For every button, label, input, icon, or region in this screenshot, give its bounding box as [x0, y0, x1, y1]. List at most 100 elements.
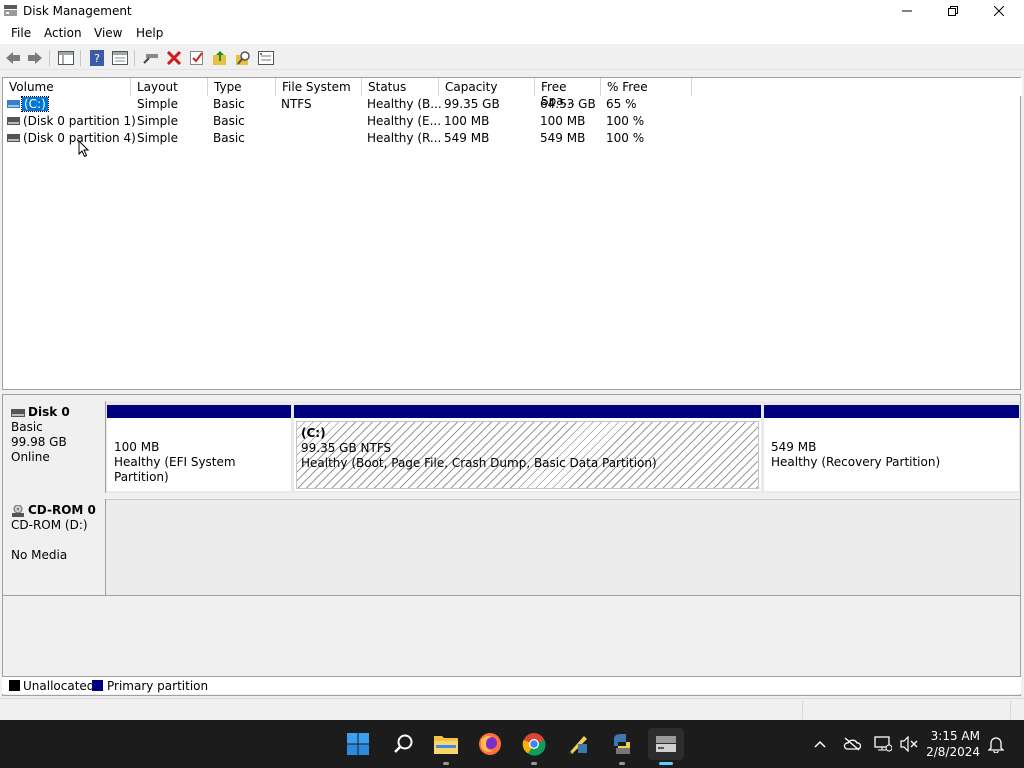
partition-info: 549 MB Healthy (Recovery Partition): [767, 421, 1016, 489]
close-button[interactable]: [976, 0, 1022, 22]
python-button[interactable]: [606, 728, 638, 765]
menu-action[interactable]: Action: [44, 26, 82, 40]
forward-button[interactable]: [26, 49, 44, 67]
partition-label: [114, 425, 284, 440]
disk-0-partitions: 100 MB Healthy (EFI System Partition) (C…: [106, 401, 1020, 493]
start-icon: [347, 733, 369, 755]
legend-unallocated-swatch: [9, 680, 20, 691]
cdrom-0-name: CD-ROM 0: [28, 503, 96, 517]
connect-button[interactable]: [142, 49, 160, 67]
console-tree-button[interactable]: [57, 49, 75, 67]
status-bar-segment: [802, 701, 803, 719]
partition-bar: [294, 405, 761, 418]
partition-size: 100 MB: [114, 440, 160, 454]
volume-fs: NTFS: [281, 97, 312, 111]
menu-view[interactable]: View: [94, 26, 122, 40]
menu-help[interactable]: Help: [136, 26, 163, 40]
network-tray-button[interactable]: [873, 734, 893, 754]
col-status[interactable]: Status: [362, 78, 439, 96]
bell-icon: [988, 737, 1004, 753]
delete-icon: [167, 51, 181, 65]
volume-type: Basic: [213, 97, 245, 111]
properties-button[interactable]: [111, 49, 129, 67]
list-icon: [258, 51, 274, 65]
partition-efi[interactable]: 100 MB Healthy (EFI System Partition): [107, 405, 291, 491]
onedrive-tray-button[interactable]: [842, 734, 862, 754]
volume-tray-button[interactable]: [899, 734, 919, 754]
console-tree-icon: [58, 51, 74, 65]
close-icon: [994, 6, 1004, 16]
partition-recovery[interactable]: 549 MB Healthy (Recovery Partition): [764, 405, 1019, 491]
volume-percent-free: 100 %: [606, 131, 645, 145]
cdrom-0-label[interactable]: CD-ROM 0 CD-ROM (D:) No Media: [3, 499, 106, 595]
help-button[interactable]: ?: [88, 49, 106, 67]
chevron-up-icon: [814, 740, 826, 748]
toolbar-separator: [134, 50, 135, 66]
partition-status: Healthy (Recovery Partition): [771, 455, 941, 469]
volume-free: 549 MB: [540, 131, 586, 145]
restore-button[interactable]: [930, 0, 976, 22]
disk-management-app-icon: [4, 5, 17, 16]
col-layout[interactable]: Layout: [131, 78, 208, 96]
svg-text:?: ?: [94, 52, 100, 65]
col-volume[interactable]: Volume: [3, 78, 131, 96]
minimize-button[interactable]: [884, 0, 930, 22]
volume-capacity: 99.35 GB: [444, 97, 500, 111]
up-folder-button[interactable]: [211, 49, 229, 67]
table-row[interactable]: (C:) Simple Basic NTFS Healthy (B... 99.…: [3, 96, 703, 113]
cdrom-0-title-row: CD-ROM 0: [11, 503, 97, 518]
partition-bar: [107, 405, 291, 418]
cd-drive-icon: [12, 504, 24, 517]
col-capacity[interactable]: Capacity: [439, 78, 535, 96]
disk-0-label[interactable]: Disk 0 Basic 99.98 GB Online: [3, 401, 106, 493]
drive-icon: [7, 134, 20, 142]
clock-date: 2/8/2024: [926, 745, 980, 759]
partition-bar: [764, 405, 1019, 418]
check-button[interactable]: [188, 49, 206, 67]
toolbar: ?: [0, 44, 1024, 70]
volume-name: (C:): [21, 96, 49, 112]
volume-list: Volume Layout Type File System Status Ca…: [2, 77, 1022, 390]
table-row[interactable]: (Disk 0 partition 4) Simple Basic Health…: [3, 130, 703, 147]
volume-percent-free: 100 %: [606, 114, 645, 128]
table-row[interactable]: (Disk 0 partition 1) Simple Basic Health…: [3, 113, 703, 130]
delete-button[interactable]: [165, 49, 183, 67]
search-button[interactable]: [388, 728, 420, 760]
check-icon: [190, 51, 203, 65]
search-folder-icon: [236, 51, 250, 65]
notifications-button[interactable]: [986, 734, 1006, 754]
col-file-system[interactable]: File System: [276, 78, 362, 96]
chrome-button[interactable]: [518, 728, 550, 765]
cdrom-0-state: No Media: [11, 548, 68, 562]
disk-0-name: Disk 0: [28, 405, 70, 419]
python-idle-button[interactable]: [562, 728, 594, 760]
minimize-icon: [902, 10, 912, 12]
taskbar-clock[interactable]: 3:15 AM 2/8/2024: [926, 728, 980, 760]
start-button[interactable]: [342, 728, 374, 760]
network-disconnected-icon: [874, 736, 892, 752]
search-icon: [394, 734, 413, 753]
file-explorer-icon: [434, 736, 458, 754]
show-hidden-icons-button[interactable]: [810, 734, 830, 754]
disk-management-taskbar-button[interactable]: [648, 728, 684, 765]
search-folder-button[interactable]: [234, 49, 252, 67]
back-button[interactable]: [4, 49, 22, 67]
legend-primary-swatch: [92, 680, 103, 691]
file-explorer-button[interactable]: [430, 728, 462, 765]
menu-file[interactable]: File: [11, 26, 31, 40]
volume-free: 64.53 GB: [540, 97, 596, 111]
col-type[interactable]: Type: [208, 78, 276, 96]
col-free-space[interactable]: Free Spa...: [535, 78, 601, 108]
volume-free: 100 MB: [540, 114, 586, 128]
list-button[interactable]: [257, 49, 275, 67]
drive-icon: [7, 100, 20, 108]
disk-0-type: Basic: [11, 420, 43, 434]
hard-disk-icon: [11, 408, 25, 417]
col-percent-free[interactable]: % Free: [601, 78, 692, 96]
firefox-button[interactable]: [474, 728, 506, 760]
partition-c[interactable]: (C:) 99.35 GB NTFS Healthy (Boot, Page F…: [294, 405, 761, 491]
restore-icon: [948, 6, 958, 16]
clock-time: 3:15 AM: [930, 729, 980, 743]
legend: Unallocated Primary partition: [2, 676, 1021, 694]
legend-primary-label: Primary partition: [107, 679, 209, 693]
